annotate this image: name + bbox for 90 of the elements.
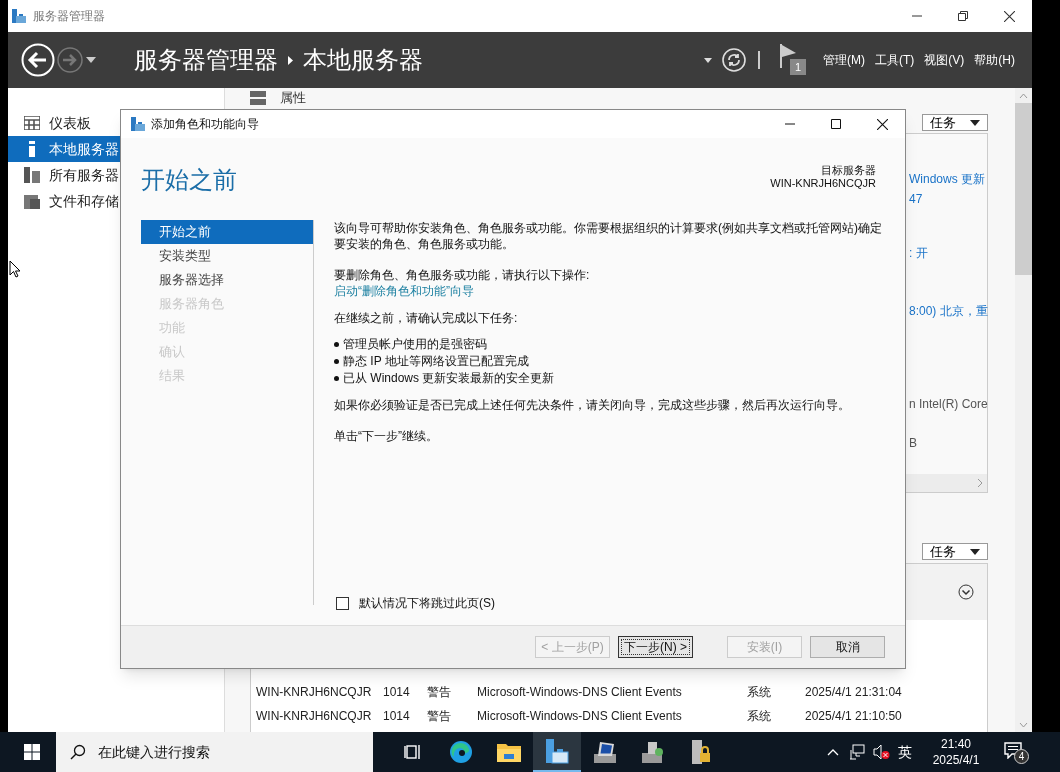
dropdown-icon[interactable] xyxy=(86,57,96,63)
task-view-icon xyxy=(404,743,422,761)
table-cell-text: 系统 xyxy=(747,684,772,701)
prerequisite-item: 静态 IP 地址等网络设置已配置完成 xyxy=(343,353,529,369)
taskbar-button[interactable] xyxy=(533,732,581,772)
folder-icon xyxy=(497,742,521,762)
table-cell-text: 警告 xyxy=(427,708,452,725)
menu-item[interactable]: 帮助(H) xyxy=(969,51,1020,69)
notification-badge: 1 xyxy=(790,59,806,75)
storage-icon xyxy=(24,193,40,209)
tasks-button[interactable]: 任务 xyxy=(922,543,988,560)
server-lock-icon xyxy=(690,739,712,765)
wizard-step[interactable]: 开始之前 xyxy=(141,220,313,244)
chevron-up-icon[interactable] xyxy=(827,748,839,756)
property-value: n Intel(R) Core xyxy=(909,396,988,413)
maximize-icon xyxy=(831,119,841,129)
refresh-icon[interactable] xyxy=(722,48,746,72)
table-cell-text: 1014 xyxy=(383,708,411,725)
close-icon xyxy=(1003,10,1015,22)
expand-icon[interactable] xyxy=(958,584,974,600)
bullet-icon xyxy=(334,358,339,364)
remove-wizard-link[interactable]: 启动“删除角色和功能”向导 xyxy=(334,283,474,299)
input-method-indicator[interactable]: 英 xyxy=(898,741,912,763)
skip-checkbox[interactable] xyxy=(336,596,349,610)
notification-icon[interactable] xyxy=(1004,742,1022,759)
start-icon[interactable] xyxy=(24,744,40,760)
browser-icon xyxy=(449,740,473,764)
bullet-icon xyxy=(334,375,339,381)
wizard-step[interactable]: 服务器选择 xyxy=(141,268,313,292)
grid-icon xyxy=(24,116,40,130)
wizard-heading: 开始之前 xyxy=(141,168,237,192)
monitor-toolbox-icon xyxy=(592,740,618,764)
property-value[interactable]: : 开 xyxy=(909,243,928,263)
caret-icon xyxy=(970,119,980,126)
table-cell-text: 2025/4/1 21:31:04 xyxy=(805,684,903,701)
close-icon xyxy=(876,118,888,130)
server-toolbox-icon xyxy=(545,738,569,764)
target-server: WIN-KNRJH6NCQJR xyxy=(770,177,876,190)
table-cell-text: WIN-KNRJH6NCQJR xyxy=(256,708,373,725)
network-icon[interactable] xyxy=(849,744,865,760)
verify-paragraph: 如果你必须验证是否已完成上述任何先决条件，请关闭向导，完成这些步骤，然后再次运行向导。 xyxy=(334,397,851,413)
server-tools-icon xyxy=(640,740,666,764)
clock[interactable]: 21:40 2025/4/1 xyxy=(924,736,988,768)
property-value: B xyxy=(909,435,917,452)
property-value[interactable]: 8:00) 北京，重 xyxy=(909,301,988,321)
menu-item[interactable]: 工具(T) xyxy=(870,51,920,69)
property-value[interactable]: 47 xyxy=(909,189,923,209)
property-value[interactable]: Windows 更新 xyxy=(909,169,985,189)
notification-count: 4 xyxy=(1014,749,1029,764)
tasks-button[interactable]: 任务 xyxy=(922,114,988,131)
search-icon xyxy=(70,744,86,760)
servers-icon xyxy=(24,167,40,183)
table-cell-text: Microsoft-Windows-DNS Client Events xyxy=(477,684,683,701)
table-cell-text: 1014 xyxy=(383,684,411,701)
wizard-button[interactable]: 取消 xyxy=(810,636,885,658)
menu-item[interactable]: 管理(M) xyxy=(818,51,870,69)
prerequisite-item: 已从 Windows 更新安装最新的安全更新 xyxy=(343,370,555,386)
checkbox-label[interactable]: 默认情况下将跳过此页(S) xyxy=(359,595,495,611)
flag-icon[interactable] xyxy=(780,44,798,68)
wizard-step[interactable]: 安装类型 xyxy=(141,244,313,268)
tasks-intro: 在继续之前，请确认完成以下任务: xyxy=(334,310,519,326)
caret-icon xyxy=(970,548,980,555)
section-icon xyxy=(250,91,266,105)
table-cell-text: 系统 xyxy=(747,708,772,725)
section-title: 属性 xyxy=(280,91,306,105)
breadcrumb-item[interactable]: 服务器管理器 xyxy=(134,42,278,78)
app-icon xyxy=(130,116,146,132)
intro-paragraph: 该向导可帮助你安装角色、角色服务或功能。你需要根据组织的计算要求(例如共享文档或托管网站)确定要安装的角色、角色服务或功能。 xyxy=(334,220,883,252)
target-label: 目标服务器 xyxy=(821,164,876,177)
continue-instruction: 单击“下一步”继续。 xyxy=(334,428,439,444)
dropdown-icon[interactable] xyxy=(704,57,712,63)
dialog-title: 添加角色和功能向导 xyxy=(151,116,259,133)
table-cell-text: Microsoft-Windows-DNS Client Events xyxy=(477,708,683,725)
bullet-icon xyxy=(334,341,339,347)
restore-icon xyxy=(958,11,968,21)
breadcrumb-item: 本地服务器 xyxy=(303,45,423,75)
remove-instruction: 要删除角色、角色服务或功能，请执行以下操作: xyxy=(334,267,591,283)
muted-speaker-icon[interactable] xyxy=(873,744,890,760)
search-field[interactable]: 在此键入进行搜索 xyxy=(56,732,373,772)
app-icon xyxy=(11,8,27,24)
breadcrumb-separator-icon xyxy=(288,55,293,65)
prerequisite-item: 管理员帐户使用的是强密码 xyxy=(343,336,487,352)
window-title: 服务器管理器 xyxy=(33,8,105,25)
back-icon[interactable] xyxy=(21,43,55,77)
scrollbar-thumb[interactable] xyxy=(1015,103,1032,275)
table-cell-text: WIN-KNRJH6NCQJR xyxy=(256,684,373,701)
wizard-button[interactable]: 下一步(N) > xyxy=(618,636,693,658)
table-cell-text: 警告 xyxy=(427,684,452,701)
table-cell-text: 2025/4/1 21:10:50 xyxy=(805,708,903,725)
menu-item[interactable]: 视图(V) xyxy=(919,51,970,69)
